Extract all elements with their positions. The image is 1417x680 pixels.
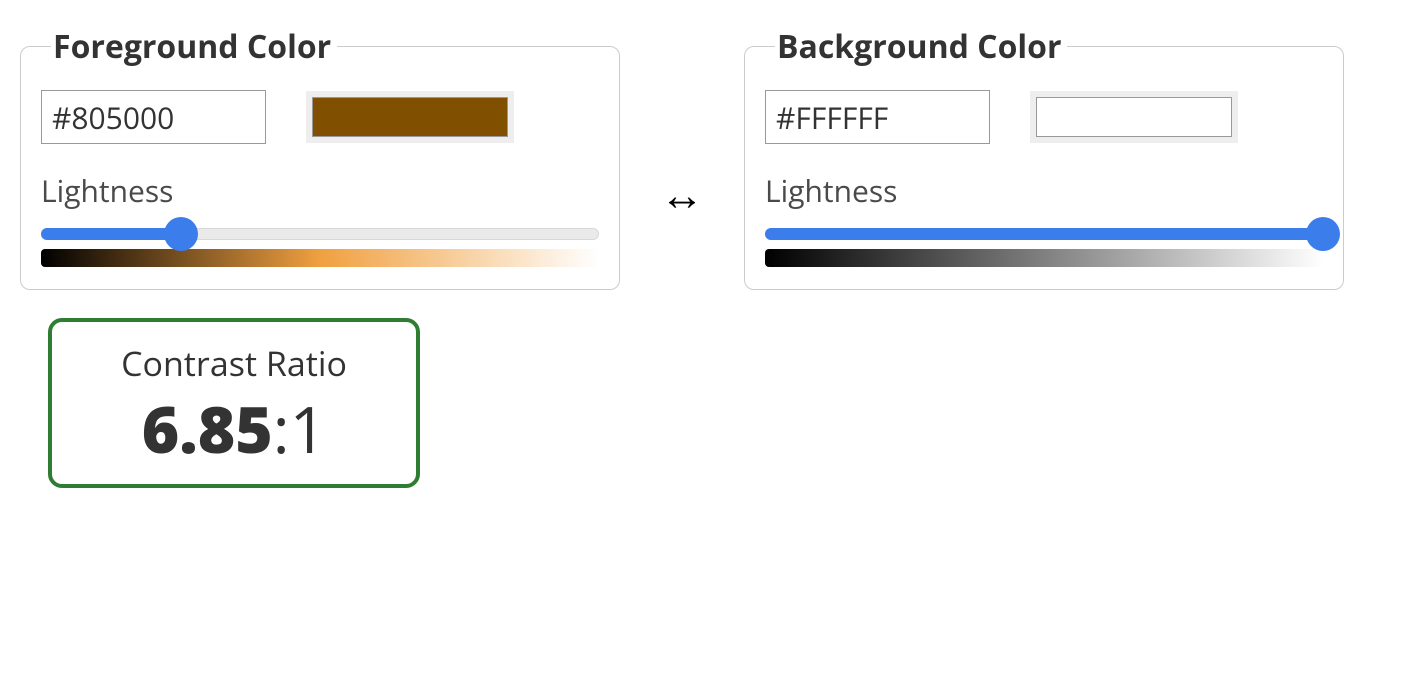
foreground-color-panel: Foreground Color Lightness bbox=[20, 25, 620, 290]
background-gradient-bar bbox=[765, 249, 1323, 267]
contrast-ratio-value: 6.85:1 bbox=[62, 394, 406, 464]
background-lightness-label: Lightness bbox=[765, 170, 1323, 211]
background-legend: Background Color bbox=[775, 25, 1067, 68]
background-lightness-slider[interactable] bbox=[765, 225, 1323, 243]
contrast-ratio-box: Contrast Ratio 6.85:1 bbox=[48, 318, 420, 488]
slider-fill bbox=[41, 228, 181, 240]
swap-colors-button[interactable]: ↔ bbox=[660, 101, 704, 215]
foreground-lightness-slider[interactable] bbox=[41, 225, 599, 243]
slider-thumb bbox=[164, 217, 198, 251]
foreground-gradient-bar bbox=[41, 249, 599, 267]
slider-fill bbox=[765, 228, 1323, 240]
background-color-panel: Background Color Lightness bbox=[744, 25, 1344, 290]
foreground-swatch-wrap[interactable] bbox=[306, 91, 514, 143]
background-hex-input[interactable] bbox=[765, 90, 990, 144]
background-swatch bbox=[1036, 97, 1232, 137]
foreground-lightness-label: Lightness bbox=[41, 170, 599, 211]
slider-thumb bbox=[1306, 217, 1340, 251]
contrast-ratio-number: 6.85 bbox=[142, 385, 273, 472]
contrast-ratio-title: Contrast Ratio bbox=[62, 340, 406, 386]
foreground-swatch bbox=[312, 97, 508, 137]
foreground-legend: Foreground Color bbox=[51, 25, 337, 68]
contrast-ratio-suffix: :1 bbox=[273, 385, 326, 472]
background-swatch-wrap[interactable] bbox=[1030, 91, 1238, 143]
foreground-hex-input[interactable] bbox=[41, 90, 266, 144]
